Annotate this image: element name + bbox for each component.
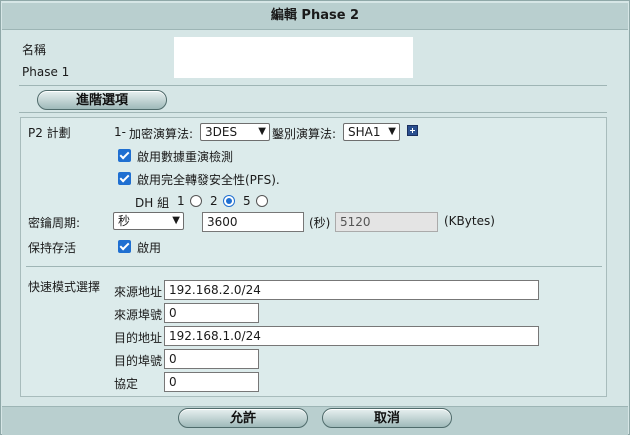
- chevron-down-icon: ▼: [258, 126, 266, 137]
- advanced-options-button[interactable]: 進階選項: [37, 90, 167, 110]
- kbytes-unit-label: (KBytes): [444, 214, 495, 228]
- dh-radio-2[interactable]: [223, 195, 235, 207]
- button-bar: [2, 406, 628, 435]
- encryption-select[interactable]: 3DES ▼: [200, 123, 270, 141]
- ok-button[interactable]: 允許: [178, 408, 308, 428]
- p2-proposal-label: P2 計劃: [28, 126, 71, 140]
- phase1-label: Phase 1: [22, 65, 70, 79]
- dialog-frame: 編輯 Phase 2 名稱 Phase 1 進階選項 P2 計劃 1- 加密演算…: [0, 0, 630, 435]
- advanced-panel: [20, 117, 607, 397]
- dst-port-label: 目的埠號: [114, 354, 163, 368]
- dialog-title: 編輯 Phase 2: [2, 3, 628, 30]
- dh-option-label: 1: [177, 194, 185, 208]
- auth-label: 鑿別演算法:: [272, 127, 337, 141]
- dh-option-label: 2: [210, 194, 218, 208]
- protocol-input[interactable]: 0: [164, 372, 259, 392]
- keylife-seconds-input[interactable]: 3600: [202, 212, 304, 232]
- dh-radio-1[interactable]: [190, 195, 202, 207]
- keylife-type-value: 秒: [118, 214, 131, 228]
- src-addr-input[interactable]: 192.168.2.0/24: [164, 280, 539, 300]
- dst-port-input[interactable]: 0: [164, 349, 259, 369]
- divider: [19, 85, 607, 86]
- replay-detection-checkbox[interactable]: [118, 149, 131, 162]
- src-addr-label: 來源地址: [114, 285, 163, 299]
- keepalive-enable-label: 啟用: [137, 241, 162, 255]
- keylife-type-select[interactable]: 秒 ▼: [113, 212, 184, 230]
- src-port-input[interactable]: 0: [164, 303, 259, 323]
- add-proposal-icon[interactable]: [407, 125, 418, 136]
- pfs-label: 啟用完全轉發安全性(PFS).: [137, 173, 280, 187]
- divider: [26, 266, 602, 267]
- src-port-label: 來源埠號: [114, 308, 163, 322]
- dh-group-label: DH 組: [135, 196, 170, 210]
- quickmode-label: 快速模式選擇: [28, 280, 101, 294]
- keylife-kbytes-input[interactable]: 5120: [335, 212, 438, 232]
- dst-addr-label: 目的地址: [114, 331, 163, 345]
- dh-radio-5[interactable]: [256, 195, 268, 207]
- encryption-value: 3DES: [205, 125, 238, 139]
- cancel-button[interactable]: 取消: [322, 408, 452, 428]
- dh-option-label: 5: [243, 194, 251, 208]
- protocol-label: 協定: [114, 377, 139, 391]
- encryption-label: 加密演算法:: [129, 127, 194, 141]
- auth-value: SHA1: [348, 125, 381, 139]
- pfs-checkbox[interactable]: [118, 172, 131, 185]
- name-field[interactable]: [174, 37, 413, 78]
- chevron-down-icon: ▼: [172, 215, 180, 226]
- auth-select[interactable]: SHA1 ▼: [343, 123, 400, 141]
- proposal-prefix: 1-: [114, 125, 126, 139]
- replay-detection-label: 啟用數據重演檢測: [137, 150, 234, 164]
- dst-addr-input[interactable]: 192.168.1.0/24: [164, 326, 539, 346]
- divider: [19, 112, 607, 113]
- keylife-label: 密鑰周期:: [28, 216, 81, 230]
- name-label: 名稱: [22, 43, 47, 57]
- chevron-down-icon: ▼: [388, 126, 396, 137]
- keepalive-checkbox[interactable]: [118, 240, 131, 253]
- keepalive-label: 保持存活: [28, 241, 77, 255]
- seconds-unit-label: (秒): [309, 216, 331, 230]
